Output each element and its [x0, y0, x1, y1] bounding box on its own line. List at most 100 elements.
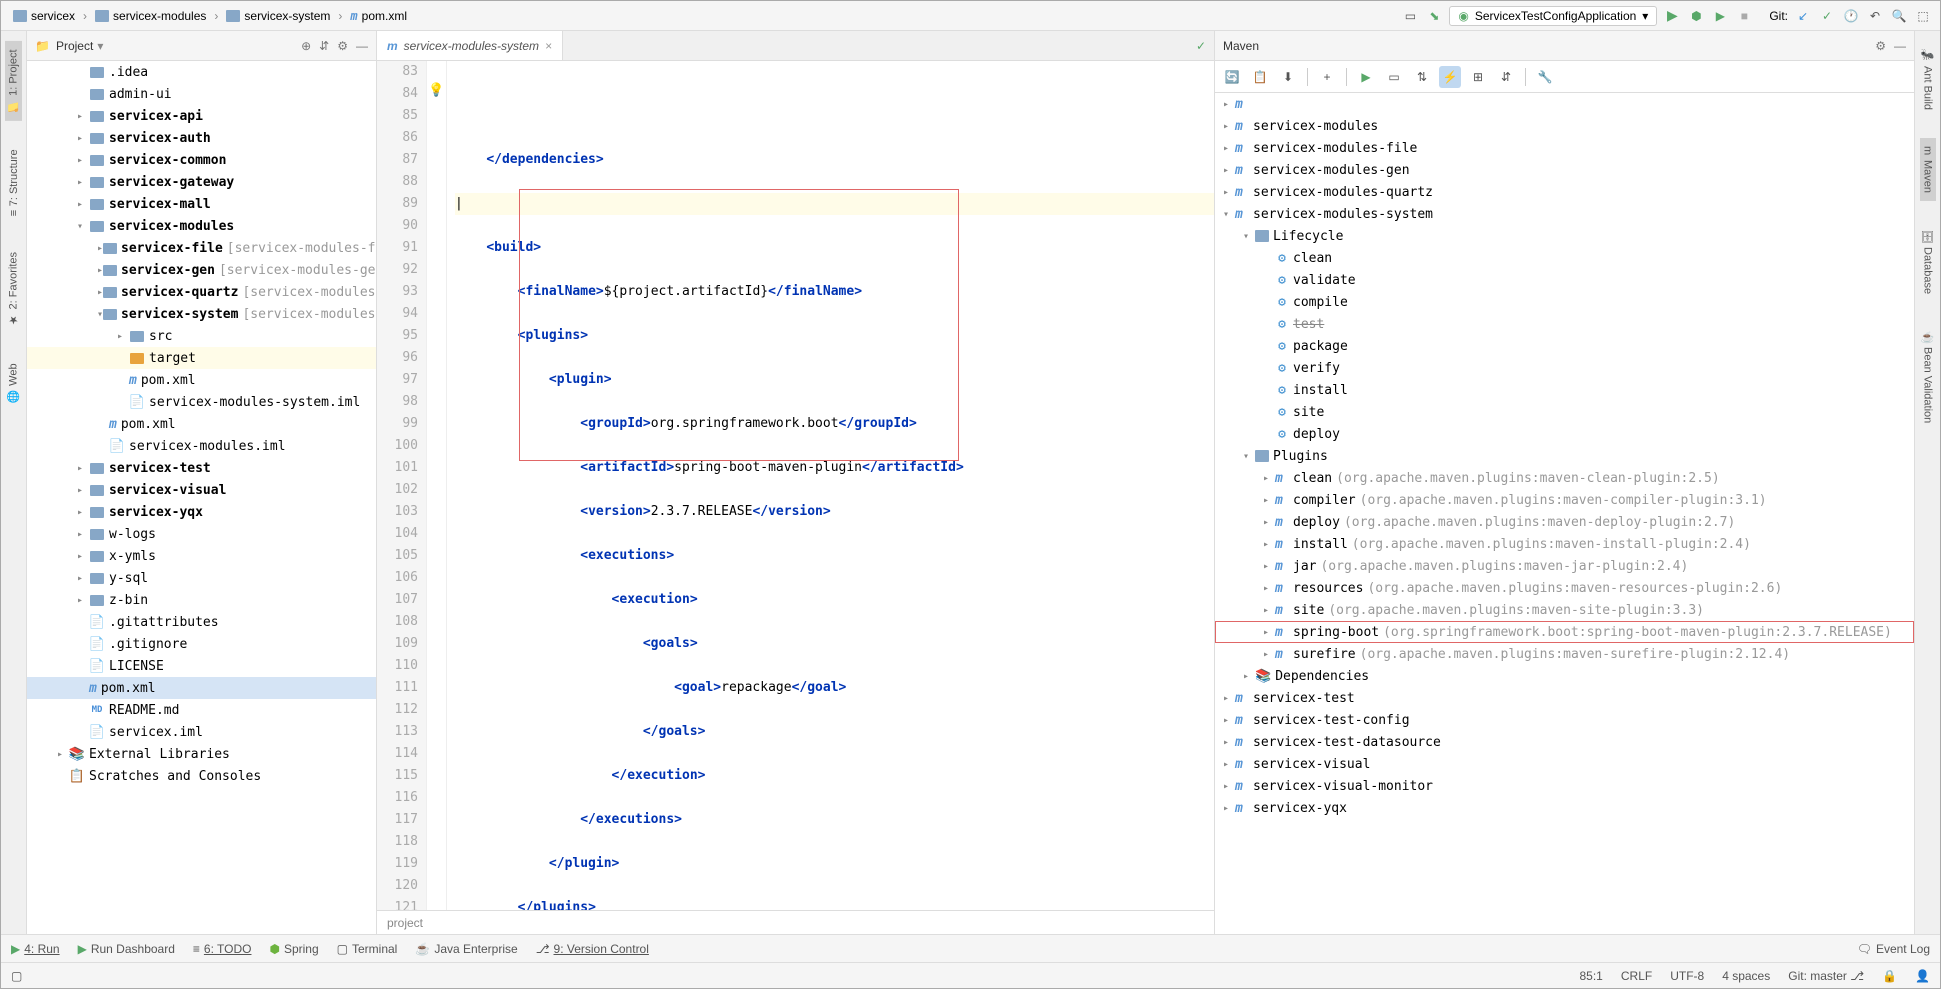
maven-modules-gen[interactable]: ▸mservicex-modules-gen	[1215, 159, 1914, 181]
tree-external-libraries[interactable]: ▸📚External Libraries	[27, 743, 376, 765]
maven-lc-test[interactable]: ⚙test	[1215, 313, 1914, 335]
maven-lc-deploy[interactable]: ⚙deploy	[1215, 423, 1914, 445]
git-branch[interactable]: Git: master ⎇	[1788, 969, 1864, 983]
inspection-icon[interactable]: 👤	[1915, 969, 1930, 983]
maven-plugin-install[interactable]: ▸minstall(org.apache.maven.plugins:maven…	[1215, 533, 1914, 555]
maven-test-datasource[interactable]: ▸mservicex-test-datasource	[1215, 731, 1914, 753]
maven-lc-validate[interactable]: ⚙validate	[1215, 269, 1914, 291]
breadcrumb-item-file[interactable]: mpom.xml	[346, 7, 411, 25]
breadcrumb-item-2[interactable]: servicex-system	[222, 7, 334, 25]
maven-reload-icon[interactable]: 🔄	[1221, 66, 1243, 88]
maven-collapse-all-icon[interactable]: ⇵	[1495, 66, 1517, 88]
breadcrumb-item-1[interactable]: servicex-modules	[91, 7, 210, 25]
tree-w-logs[interactable]: ▸w-logs	[27, 523, 376, 545]
maven-wrench-icon[interactable]: 🔧	[1534, 66, 1556, 88]
git-commit-icon[interactable]: ✓	[1818, 7, 1836, 25]
tree-target[interactable]: target	[27, 347, 376, 369]
maven-lifecycle[interactable]: ▾Lifecycle	[1215, 225, 1914, 247]
tree-servicex-gateway[interactable]: ▸servicex-gateway	[27, 171, 376, 193]
tree-servicex-yqx[interactable]: ▸servicex-yqx	[27, 501, 376, 523]
editor-body[interactable]: 8384858687888990 9192939495969798 991001…	[377, 61, 1214, 910]
gear-icon[interactable]: ⚙	[337, 39, 348, 53]
tree-z-bin[interactable]: ▸z-bin	[27, 589, 376, 611]
tree-modules-iml[interactable]: 📄servicex-modules.iml	[27, 435, 376, 457]
run-config-selector[interactable]: ◉ ServicexTestConfigApplication ▾	[1449, 6, 1657, 26]
tree-gitignore[interactable]: 📄.gitignore	[27, 633, 376, 655]
maven-test-config[interactable]: ▸mservicex-test-config	[1215, 709, 1914, 731]
maven-lc-install[interactable]: ⚙install	[1215, 379, 1914, 401]
tree-x-ymls[interactable]: ▸x-ymls	[27, 545, 376, 567]
maven-plugin-clean[interactable]: ▸mclean(org.apache.maven.plugins:maven-c…	[1215, 467, 1914, 489]
maven-tree[interactable]: ▸m ▸mservicex-modules ▸mservicex-modules…	[1215, 93, 1914, 934]
maven-visual-monitor[interactable]: ▸mservicex-visual-monitor	[1215, 775, 1914, 797]
tree-modules-pom[interactable]: mpom.xml	[27, 413, 376, 435]
maven-plugin-surefire[interactable]: ▸msurefire(org.apache.maven.plugins:mave…	[1215, 643, 1914, 665]
run-button[interactable]: ▶	[1663, 7, 1681, 25]
coverage-button[interactable]: ▶	[1711, 7, 1729, 25]
debug-button[interactable]: ⬢	[1687, 7, 1705, 25]
editor-tab-pom[interactable]: m servicex-modules-system ×	[377, 31, 563, 60]
maven-plugin-compiler[interactable]: ▸mcompiler(org.apache.maven.plugins:mave…	[1215, 489, 1914, 511]
tab-bean-validation[interactable]: ☕Bean Validation	[1919, 322, 1936, 432]
tree-y-sql[interactable]: ▸y-sql	[27, 567, 376, 589]
tab-database[interactable]: 🗄Database	[1919, 221, 1936, 302]
git-revert-icon[interactable]: ↶	[1866, 7, 1884, 25]
tab-favorites[interactable]: ★2: Favorites	[5, 244, 22, 334]
tool-todo[interactable]: ≡6: TODO	[193, 942, 252, 956]
maven-plugin-resources[interactable]: ▸mresources(org.apache.maven.plugins:mav…	[1215, 577, 1914, 599]
tree-readme[interactable]: MDREADME.md	[27, 699, 376, 721]
tree-servicex-file[interactable]: ▸servicex-file[servicex-modules-file]	[27, 237, 376, 259]
tree-idea[interactable]: .idea	[27, 61, 376, 83]
maven-lc-package[interactable]: ⚙package	[1215, 335, 1914, 357]
stop-button[interactable]: ■	[1735, 7, 1753, 25]
settings-icon[interactable]: ⬚	[1914, 7, 1932, 25]
tree-servicex-modules[interactable]: ▾servicex-modules	[27, 215, 376, 237]
maven-modules-file[interactable]: ▸mservicex-modules-file	[1215, 137, 1914, 159]
search-icon[interactable]: 🔍	[1890, 7, 1908, 25]
maven-servicex-test[interactable]: ▸mservicex-test	[1215, 687, 1914, 709]
maven-download-icon[interactable]: ⬇	[1277, 66, 1299, 88]
maven-lc-verify[interactable]: ⚙verify	[1215, 357, 1914, 379]
maven-toggle-offline-icon[interactable]: ⚡	[1439, 66, 1461, 88]
maven-add-icon[interactable]: +	[1316, 66, 1338, 88]
tool-run[interactable]: ▶4: Run	[11, 942, 60, 956]
maven-plugin-springboot[interactable]: ▸mspring-boot(org.springframework.boot:s…	[1215, 621, 1914, 643]
tree-scratches[interactable]: 📋Scratches and Consoles	[27, 765, 376, 787]
readonly-lock-icon[interactable]: 🔒	[1882, 969, 1897, 983]
maven-lc-compile[interactable]: ⚙compile	[1215, 291, 1914, 313]
tree-servicex-common[interactable]: ▸servicex-common	[27, 149, 376, 171]
tab-maven[interactable]: mMaven	[1920, 138, 1936, 200]
git-update-icon[interactable]: ↙	[1794, 7, 1812, 25]
maven-execute-icon[interactable]: ▭	[1383, 66, 1405, 88]
tree-root-pom[interactable]: mpom.xml	[27, 677, 376, 699]
tree-servicex-gen[interactable]: ▸servicex-gen[servicex-modules-gen]	[27, 259, 376, 281]
tool-event-log[interactable]: 🗨Event Log	[1857, 942, 1930, 956]
tree-admin-ui[interactable]: admin-ui	[27, 83, 376, 105]
maven-modules-system[interactable]: ▾mservicex-modules-system	[1215, 203, 1914, 225]
maven-servicex-modules[interactable]: ▸mservicex-modules	[1215, 115, 1914, 137]
tab-structure[interactable]: ≡7: Structure	[6, 141, 22, 224]
tab-ant-build[interactable]: 🐜Ant Build	[1919, 41, 1936, 118]
editor-breadcrumb[interactable]: project	[377, 910, 1214, 934]
maven-generate-icon[interactable]: 📋	[1249, 66, 1271, 88]
file-encoding[interactable]: UTF-8	[1670, 969, 1704, 983]
maven-toggle1-icon[interactable]: ⇅	[1411, 66, 1433, 88]
breadcrumb-item-root[interactable]: servicex	[9, 7, 79, 25]
maven-hide-icon[interactable]: —	[1894, 39, 1906, 53]
git-history-icon[interactable]: 🕐	[1842, 7, 1860, 25]
maven-modules-quartz[interactable]: ▸mservicex-modules-quartz	[1215, 181, 1914, 203]
tab-web[interactable]: 🌐Web	[5, 355, 22, 411]
code-content[interactable]: </dependencies> | <build> <finalName>${p…	[447, 61, 1214, 910]
locate-icon[interactable]: ⊕	[301, 39, 311, 53]
tool-terminal[interactable]: ▢Terminal	[337, 942, 398, 956]
tree-src[interactable]: ▸src	[27, 325, 376, 347]
tree-servicex-quartz[interactable]: ▸servicex-quartz[servicex-modules-quartz…	[27, 281, 376, 303]
maven-plugins[interactable]: ▾Plugins	[1215, 445, 1914, 467]
maven-plugin-deploy[interactable]: ▸mdeploy(org.apache.maven.plugins:maven-…	[1215, 511, 1914, 533]
close-tab-icon[interactable]: ×	[545, 39, 552, 53]
tree-pom-system[interactable]: mpom.xml	[27, 369, 376, 391]
tree-servicex-mall[interactable]: ▸servicex-mall	[27, 193, 376, 215]
project-tree[interactable]: .idea admin-ui ▸servicex-api ▸servicex-a…	[27, 61, 376, 934]
maven-lc-clean[interactable]: ⚙clean	[1215, 247, 1914, 269]
tree-system-iml[interactable]: 📄servicex-modules-system.iml	[27, 391, 376, 413]
